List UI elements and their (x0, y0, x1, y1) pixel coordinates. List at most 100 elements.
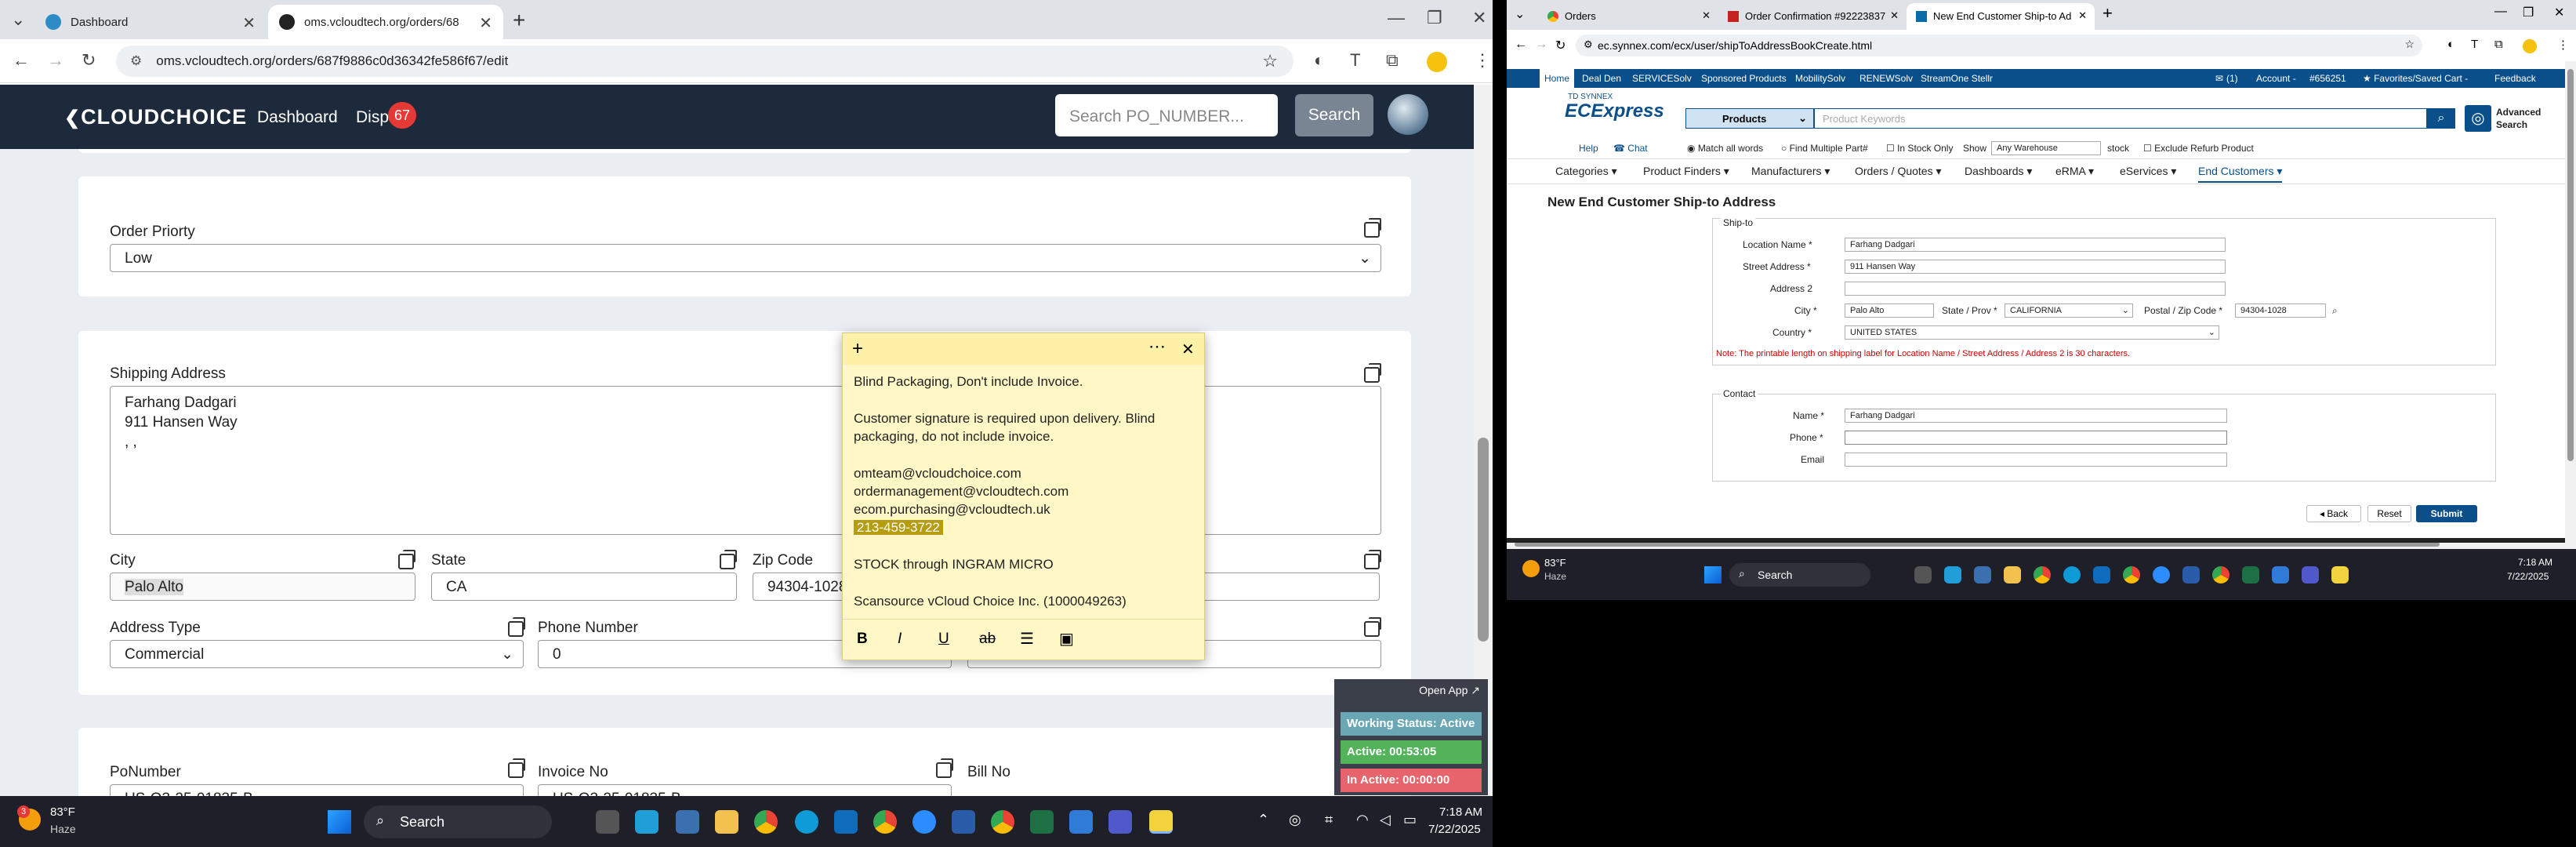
forward-icon[interactable]: → (1535, 38, 1547, 52)
close-window-icon[interactable]: ✕ (1472, 8, 1486, 28)
bookmark-home[interactable]: Home (1540, 69, 1574, 88)
clock-time[interactable]: 7:18 AM (1439, 805, 1482, 819)
back-button[interactable]: ◂ Back (2306, 505, 2361, 522)
extensions-puzzle-icon[interactable]: ⧉ (2494, 38, 2503, 51)
nav-dashboard[interactable]: Dashboard (257, 108, 338, 127)
bookmark-sponsored[interactable]: Sponsored Products (1701, 73, 1787, 84)
bookmark-servicesolv[interactable]: SERVICESolv (1632, 73, 1692, 84)
italic-icon[interactable]: I (898, 631, 902, 648)
menu-erma[interactable]: eRMA ▾ (2055, 165, 2094, 178)
clock-time[interactable]: 7:18 AM (2518, 557, 2552, 568)
search-button[interactable]: Search (1295, 94, 1373, 136)
menu-dashboards[interactable]: Dashboards ▾ (1965, 165, 2032, 178)
weather-sun-icon[interactable] (1522, 560, 1540, 577)
reader-icon[interactable]: T (1350, 50, 1360, 71)
sticky-note[interactable]: + ⋯ ✕ Blind Packaging, Don't include Inv… (842, 333, 1205, 660)
copy-icon[interactable] (936, 758, 953, 778)
copy-icon[interactable] (720, 550, 737, 569)
url-field[interactable]: ⚙ ec.synnex.com/ecx/user/shipToAddressBoo… (1576, 35, 2422, 56)
strikethrough-icon[interactable]: ab (979, 631, 996, 648)
back-icon[interactable]: ← (1515, 38, 1527, 52)
street-address-input[interactable]: 911 Hansen Way (1845, 260, 2226, 274)
bold-icon[interactable]: B (857, 631, 868, 648)
windows-start-icon[interactable] (1704, 566, 1722, 583)
location-name-input[interactable]: Farhang Dadgari (1845, 238, 2226, 252)
open-app-link[interactable]: Open App ↗ (1419, 684, 1480, 697)
task-view-icon[interactable] (596, 810, 619, 834)
products-select[interactable]: Products ⌄ (1685, 108, 1814, 129)
copy-icon[interactable] (508, 617, 525, 637)
bookmark-streamone[interactable]: StreamOne Stellr (1921, 73, 1993, 84)
tab-order-confirmation[interactable]: Order Confirmation #92223837 ✕ (1718, 3, 1907, 30)
menu-categories[interactable]: Categories ▾ (1555, 165, 1617, 178)
reader-icon[interactable]: T (2471, 38, 2478, 51)
excel-icon[interactable] (1030, 810, 1054, 834)
taskbar-app-icon[interactable] (635, 810, 659, 834)
ecexpress-logo[interactable]: ECExpress (1565, 100, 1664, 122)
chat-link[interactable]: ☎ Chat (1613, 143, 1648, 154)
reload-icon[interactable]: ↻ (82, 50, 96, 71)
copy-icon[interactable] (1364, 218, 1381, 238)
minimize-icon[interactable]: — (1388, 8, 1405, 28)
user-avatar[interactable] (1388, 94, 1428, 135)
back-icon[interactable]: ← (13, 50, 30, 71)
bookmark-star-icon[interactable]: ☆ (1262, 51, 1278, 71)
tab-search-icon[interactable]: ⌄ (11, 9, 25, 30)
scrollbar-thumb[interactable] (1478, 438, 1489, 642)
restore-icon[interactable]: ❐ (2523, 5, 2534, 20)
close-icon[interactable]: ✕ (1890, 9, 1899, 22)
taskbar-app-icon-3[interactable] (2272, 566, 2289, 583)
bullet-list-icon[interactable]: ☰ (1020, 629, 1034, 649)
chrome-icon-2[interactable] (873, 810, 897, 834)
tray-app-icon[interactable]: ◎ (1289, 812, 1301, 828)
edge-icon[interactable] (2063, 566, 2081, 583)
teams-icon[interactable] (2302, 566, 2319, 583)
tab-search-icon[interactable]: ⌄ (1515, 6, 1525, 22)
taskbar-app-icon-3[interactable] (1069, 810, 1093, 834)
country-select[interactable]: UNITED STATES ⌄ (1845, 325, 2219, 340)
bookmark-mobilitysolv[interactable]: MobilitySolv (1795, 73, 1845, 84)
close-icon[interactable]: ✕ (1181, 340, 1195, 359)
copy-icon[interactable] (508, 758, 525, 778)
new-tab-icon[interactable]: + (2103, 3, 2113, 24)
file-explorer-icon[interactable] (715, 810, 738, 834)
image-icon[interactable]: ▣ (1059, 629, 1074, 649)
menu-orders-quotes[interactable]: Orders / Quotes ▾ (1855, 165, 1942, 178)
tab-dashboard[interactable]: Dashboard ✕ (34, 5, 267, 39)
menu-eservices[interactable]: eServices ▾ (2120, 165, 2176, 178)
warehouse-select[interactable]: Any Warehouse (1991, 141, 2101, 155)
advanced-search-icon[interactable]: ◎ (2465, 105, 2491, 132)
scrollbar-thumb[interactable] (2567, 69, 2574, 461)
tab-new-end-customer[interactable]: New End Customer Ship-to Ad ✕ (1907, 3, 2095, 30)
copy-icon[interactable] (398, 550, 415, 569)
zoom-icon[interactable] (912, 810, 936, 834)
profile-icon[interactable] (1427, 52, 1447, 72)
lookup-icon[interactable]: ⌕ (2332, 305, 2338, 317)
taskbar-search[interactable]: ⌕ Search (364, 805, 552, 838)
battery-icon[interactable]: ▭ (1403, 812, 1417, 828)
submit-button[interactable]: Submit (2416, 505, 2477, 522)
tab-oms-order[interactable]: oms.vcloudtech.org/orders/68 ✕ (268, 5, 503, 39)
close-icon[interactable]: ✕ (479, 13, 492, 33)
account-menu[interactable]: Account - (2256, 73, 2296, 84)
contact-email-input[interactable] (1845, 453, 2227, 467)
restore-icon[interactable]: ❐ (1427, 8, 1442, 28)
tray-app-icon-2[interactable]: ⌗ (1325, 812, 1333, 828)
po-number-input[interactable]: US-Q3-25-01835-B (110, 784, 524, 796)
forward-icon[interactable]: → (47, 50, 64, 71)
copy-icon[interactable] (1364, 617, 1381, 637)
tab-orders[interactable]: Orders ✕ (1538, 3, 1718, 30)
menu-end-customers[interactable]: End Customers ▾ (2198, 165, 2283, 183)
exclude-refurb-checkbox[interactable]: ☐ Exclude Refurb Product (2143, 143, 2254, 154)
outlook-icon[interactable] (2093, 566, 2110, 583)
edge-icon[interactable] (795, 810, 818, 834)
chrome-icon[interactable] (2034, 566, 2051, 583)
cloudchoice-logo[interactable]: ❮CLOUDCHOICE (64, 105, 247, 129)
state-select[interactable]: CALIFORNIA ⌄ (2005, 304, 2133, 318)
contact-name-input[interactable]: Farhang Dadgari (1845, 409, 2227, 423)
bookmark-deal-den[interactable]: Deal Den (1582, 73, 1621, 84)
right-scrollbar[interactable] (2565, 61, 2576, 549)
copy-icon[interactable] (1364, 550, 1381, 569)
state-input[interactable]: CA (431, 573, 737, 601)
close-icon[interactable]: ✕ (242, 13, 256, 33)
